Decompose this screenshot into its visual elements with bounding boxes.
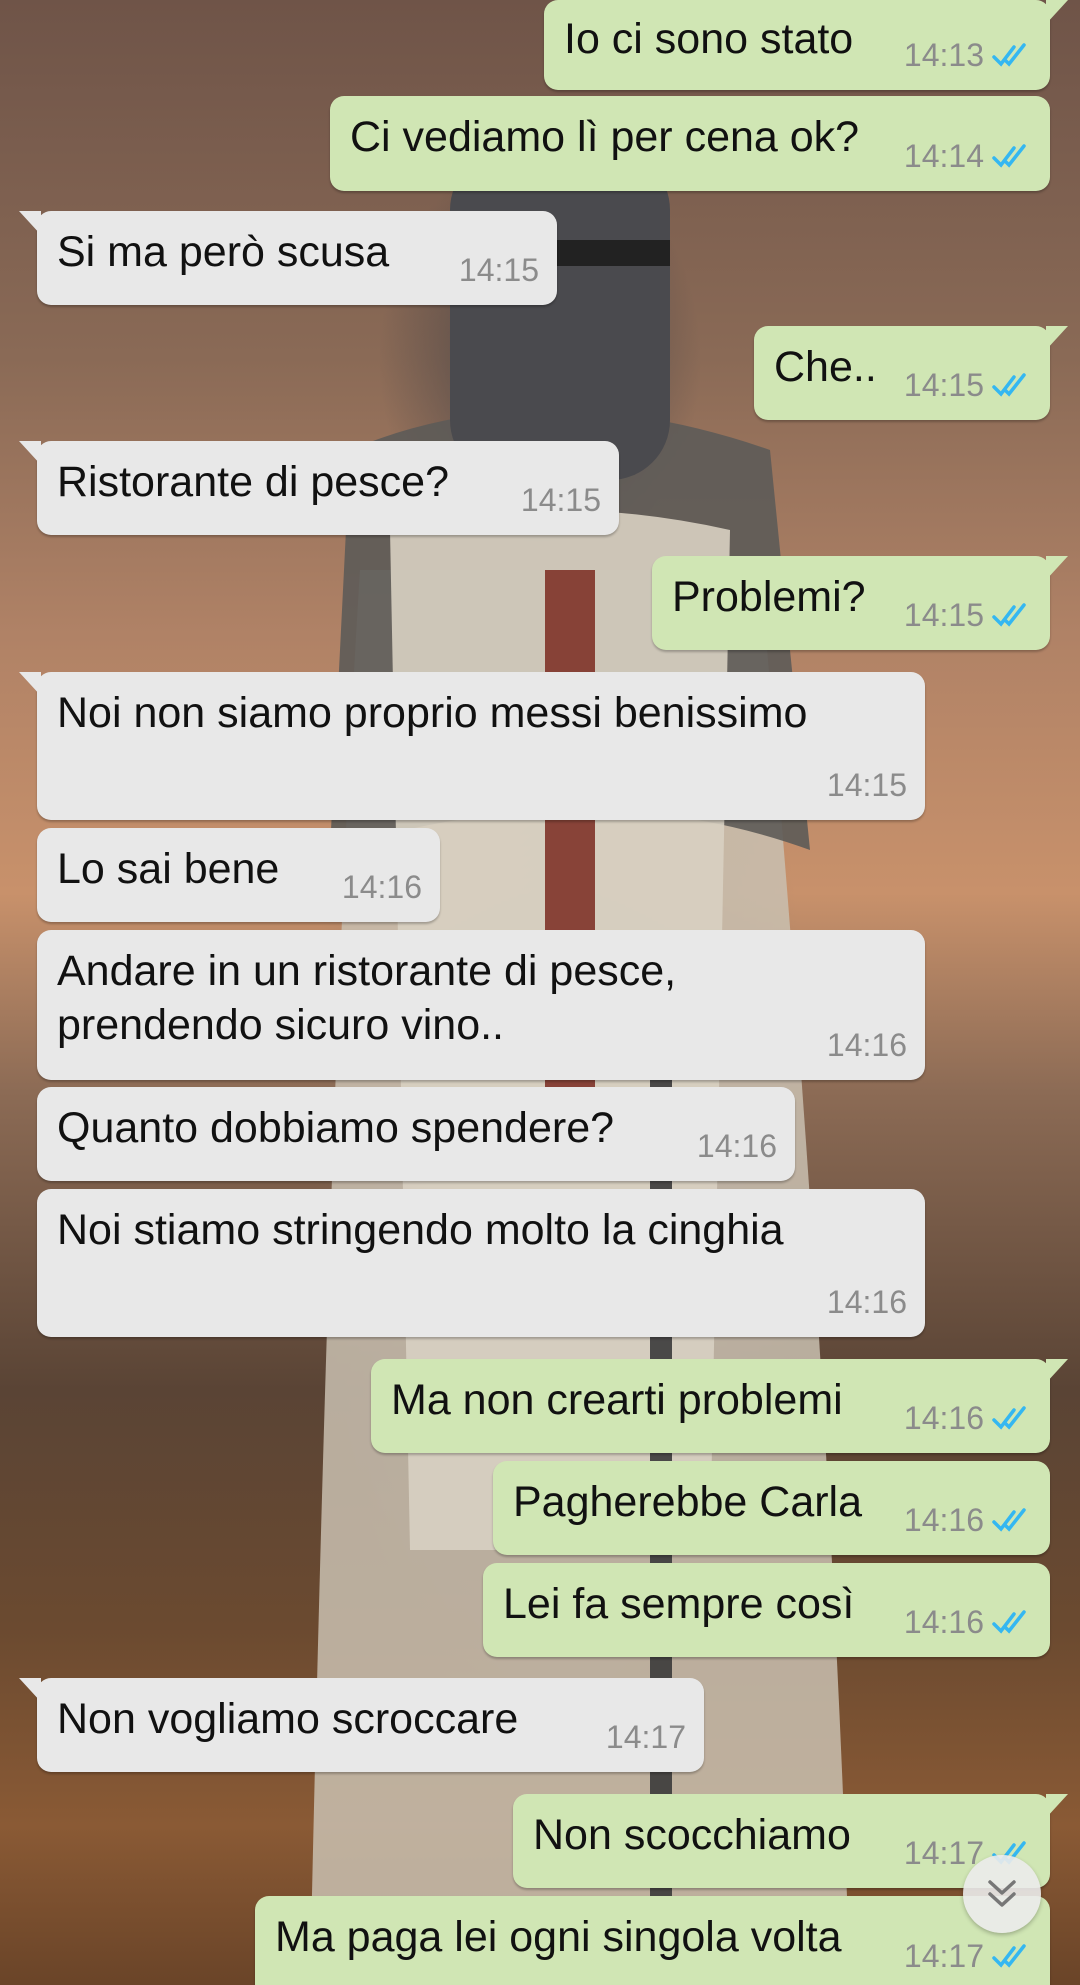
message-meta: 14:17 xyxy=(904,1929,1032,1983)
message-time: 14:16 xyxy=(696,1128,777,1164)
outgoing-message[interactable]: Ma paga lei ogni singola volta 14:17 xyxy=(255,1896,1050,1985)
message-time: 14:15 xyxy=(520,482,601,518)
message-text: Io ci sono stato xyxy=(564,15,854,63)
message-time: 14:15 xyxy=(826,767,907,803)
message-text: Problemi? xyxy=(672,573,866,621)
message-meta: 14:16 xyxy=(697,1119,777,1173)
double-check-icon xyxy=(992,43,1026,67)
message-meta: 14:15 xyxy=(521,473,601,527)
message-text: Ci vediamo lì per cena ok? xyxy=(350,113,860,161)
message-time: 14:15 xyxy=(458,252,539,288)
message-meta: 14:16 xyxy=(904,1595,1032,1649)
message-text: Si ma però scusa xyxy=(57,228,390,276)
message-time: 14:16 xyxy=(903,1400,984,1436)
message-text: Noi stiamo stringendo molto la cinghia xyxy=(57,1206,784,1254)
message-text: Noi non siamo proprio messi benissimo xyxy=(57,689,808,737)
incoming-message[interactable]: Quanto dobbiamo spendere? 14:16 xyxy=(37,1087,795,1181)
incoming-message[interactable]: Noi non siamo proprio messi benissimo 14… xyxy=(19,672,925,820)
message-text: Ristorante di pesce? xyxy=(57,458,449,506)
message-text: Pagherebbe Carla xyxy=(513,1478,863,1526)
message-meta: 14:15 xyxy=(904,358,1032,412)
message-text-line-1: Andare in un ristorante di pesce, xyxy=(57,947,677,995)
message-text: Non vogliamo scroccare xyxy=(57,1695,519,1743)
message-meta: 14:16 xyxy=(904,1493,1032,1547)
message-time: 14:15 xyxy=(903,597,984,633)
incoming-message[interactable]: Ristorante di pesce? 14:15 xyxy=(19,441,619,535)
message-time: 14:16 xyxy=(903,1604,984,1640)
scroll-to-bottom-button[interactable] xyxy=(963,1855,1041,1933)
message-text: Lei fa sempre così xyxy=(503,1580,855,1628)
message-time: 14:14 xyxy=(903,138,984,174)
double-chevron-down-icon xyxy=(988,1880,1016,1907)
message-time: 14:16 xyxy=(826,1284,907,1320)
outgoing-message[interactable]: Problemi? 14:15 xyxy=(652,556,1068,650)
message-text: Ma non crearti problemi xyxy=(391,1376,843,1424)
message-meta: 14:16 xyxy=(827,1275,907,1329)
message-time: 14:17 xyxy=(903,1938,984,1974)
outgoing-message[interactable]: Che.. 14:15 xyxy=(754,326,1068,420)
message-text: Ma paga lei ogni singola volta xyxy=(275,1913,842,1961)
message-meta: 14:15 xyxy=(904,588,1032,642)
message-text: Non scocchiamo xyxy=(533,1811,851,1859)
incoming-message[interactable]: Lo sai bene 14:16 xyxy=(37,828,440,922)
incoming-message[interactable]: Non vogliamo scroccare 14:17 xyxy=(19,1678,704,1772)
outgoing-message[interactable]: Ci vediamo lì per cena ok? 14:14 xyxy=(330,96,1050,191)
incoming-message[interactable]: Andare in un ristorante di pesce, prende… xyxy=(37,930,925,1080)
message-text: Che.. xyxy=(774,343,877,391)
double-check-icon xyxy=(992,373,1026,397)
double-check-icon xyxy=(992,1610,1026,1634)
message-meta: 14:16 xyxy=(904,1391,1032,1445)
message-time: 14:17 xyxy=(605,1719,686,1755)
message-time: 14:16 xyxy=(341,869,422,905)
message-time: 14:13 xyxy=(903,37,984,73)
message-meta: 14:14 xyxy=(904,129,1032,183)
message-time: 14:15 xyxy=(903,367,984,403)
message-text: Lo sai bene xyxy=(57,845,280,893)
double-check-icon xyxy=(992,1944,1026,1968)
message-meta: 14:17 xyxy=(606,1710,686,1764)
outgoing-message[interactable]: Ma non crearti problemi 14:16 xyxy=(371,1359,1068,1453)
outgoing-message[interactable]: Lei fa sempre così 14:16 xyxy=(483,1563,1050,1657)
message-meta: 14:13 xyxy=(904,28,1032,82)
message-meta: 14:15 xyxy=(459,243,539,297)
message-text: Quanto dobbiamo spendere? xyxy=(57,1104,615,1152)
message-meta: 14:15 xyxy=(827,758,907,812)
message-text-line-2: prendendo sicuro vino.. xyxy=(57,1001,505,1049)
message-meta: 14:16 xyxy=(342,860,422,914)
incoming-message[interactable]: Noi stiamo stringendo molto la cinghia 1… xyxy=(37,1189,925,1337)
double-check-icon xyxy=(992,144,1026,168)
message-time: 14:16 xyxy=(826,1027,907,1063)
message-meta: 14:16 xyxy=(827,1018,907,1072)
double-check-icon xyxy=(992,1406,1026,1430)
incoming-message[interactable]: Si ma però scusa 14:15 xyxy=(19,211,557,305)
outgoing-message[interactable]: Io ci sono stato 14:13 xyxy=(544,0,1068,90)
double-check-icon xyxy=(992,603,1026,627)
message-time: 14:16 xyxy=(903,1502,984,1538)
outgoing-message[interactable]: Pagherebbe Carla 14:16 xyxy=(493,1461,1050,1555)
double-check-icon xyxy=(992,1508,1026,1532)
